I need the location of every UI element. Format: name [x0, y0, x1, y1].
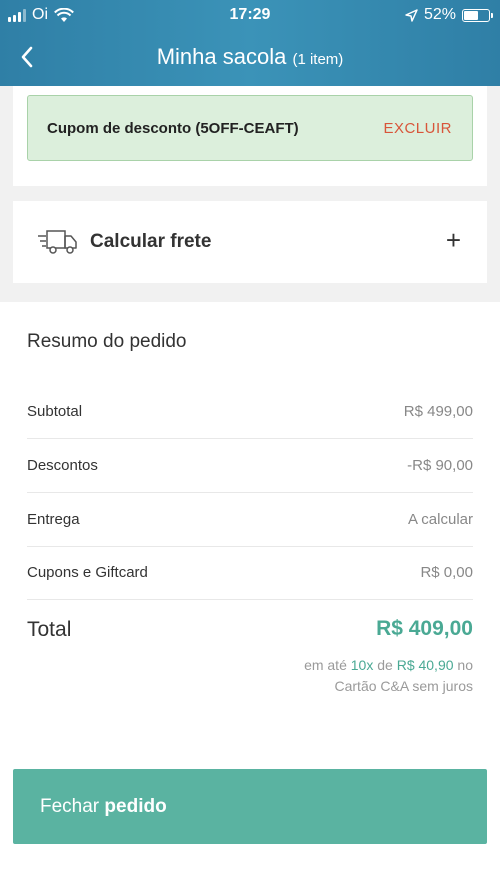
battery-icon [462, 8, 493, 22]
shipping-label: Calcular frete [90, 231, 212, 252]
checkout-prefix: Fechar [40, 796, 100, 817]
installment-info: em até 10x de R$ 40,90 no Cartão C&A sem… [213, 655, 473, 697]
checkout-bold: pedido [104, 796, 167, 817]
summary-row-coupons: Cupons e Giftcard R$ 0,00 [27, 546, 473, 600]
installment-count: 10x [350, 657, 374, 673]
total-label: Total [27, 618, 72, 641]
shipping-calculator-row[interactable]: Calcular frete + [13, 201, 487, 283]
summary-row-delivery: Entrega A calcular [27, 493, 473, 547]
delete-coupon-button[interactable]: EXCLUIR [383, 120, 452, 137]
summary-value: A calcular [407, 511, 473, 528]
checkout-button[interactable]: Fechar pedido [13, 769, 487, 844]
summary-label: Cupons e Giftcard [27, 564, 148, 581]
summary-label: Subtotal [27, 403, 83, 420]
summary-row-subtotal: Subtotal R$ 499,00 [27, 385, 473, 439]
installment-prefix: em até [304, 657, 347, 673]
summary-row-discounts: Descontos -R$ 90,00 [27, 439, 473, 493]
total-value: R$ 409,00 [376, 617, 473, 640]
page-title-text: Minha sacola [156, 44, 287, 69]
battery-percent: 52% [423, 6, 456, 23]
summary-label: Entrega [27, 511, 80, 528]
summary-value: R$ 499,00 [403, 403, 473, 420]
checkout-button-label: Fechar pedido [40, 796, 167, 818]
app-header: Oi 17:29 52% Minha sacola (1 item) [0, 0, 500, 86]
installment-suffix: no [457, 657, 473, 673]
expand-plus-icon[interactable]: + [446, 227, 461, 253]
installment-mid: de [377, 657, 393, 673]
status-right: 52% [405, 6, 493, 24]
status-bar: Oi 17:29 52% [0, 0, 500, 30]
coupon-label: Cupom de desconto (5OFF-CEAFT) [47, 120, 299, 137]
location-arrow-icon [405, 8, 418, 22]
summary-value: R$ 0,00 [420, 564, 473, 581]
installment-line2: Cartão C&A sem juros [334, 678, 474, 694]
page-title: Minha sacola (1 item) [0, 44, 500, 70]
item-count: (1 item) [292, 51, 344, 68]
delivery-truck-icon [38, 230, 77, 254]
installment-amount: R$ 40,90 [396, 657, 454, 673]
summary-value: -R$ 90,00 [407, 457, 473, 474]
order-summary-title: Resumo do pedido [27, 331, 187, 352]
summary-label: Descontos [27, 457, 98, 474]
navbar: Minha sacola (1 item) [0, 30, 500, 86]
coupon-banner: Cupom de desconto (5OFF-CEAFT) EXCLUIR [27, 95, 473, 161]
